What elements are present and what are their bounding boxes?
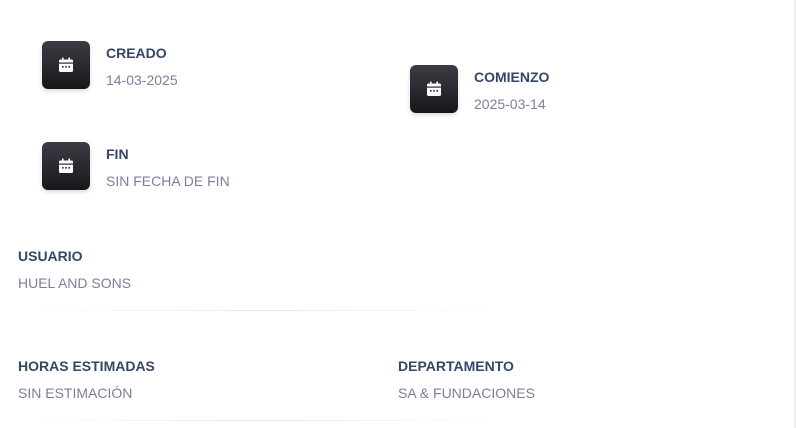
department-field: DEPARTAMENTO SA & FUNDACIONES (398, 354, 535, 402)
created-date-item: CREADO 14-03-2025 (42, 41, 178, 89)
created-value: 14-03-2025 (106, 72, 178, 88)
end-date-item: FIN SIN FECHA DE FIN (42, 142, 230, 190)
start-value: 2025-03-14 (474, 96, 546, 112)
divider (18, 310, 508, 311)
start-date-item: COMIENZO 2025-03-14 (410, 65, 549, 113)
calendar-icon (42, 142, 90, 190)
estimated-hours-field: HORAS ESTIMADAS SIN ESTIMACIÓN (18, 354, 155, 402)
end-value: SIN FECHA DE FIN (106, 173, 230, 189)
user-label: USUARIO (18, 248, 83, 264)
created-label: CREADO (106, 45, 167, 61)
estimated-hours-value: SIN ESTIMACIÓN (18, 385, 133, 401)
department-value: SA & FUNDACIONES (398, 385, 535, 401)
department-label: DEPARTAMENTO (398, 358, 514, 374)
estimated-hours-label: HORAS ESTIMADAS (18, 358, 155, 374)
user-value: HUEL AND SONS (18, 275, 132, 291)
end-label: FIN (106, 146, 129, 162)
calendar-icon (42, 41, 90, 89)
user-field: USUARIO HUEL AND SONS (18, 244, 131, 292)
divider (18, 420, 508, 421)
start-label: COMIENZO (474, 69, 550, 85)
calendar-icon (410, 65, 458, 113)
